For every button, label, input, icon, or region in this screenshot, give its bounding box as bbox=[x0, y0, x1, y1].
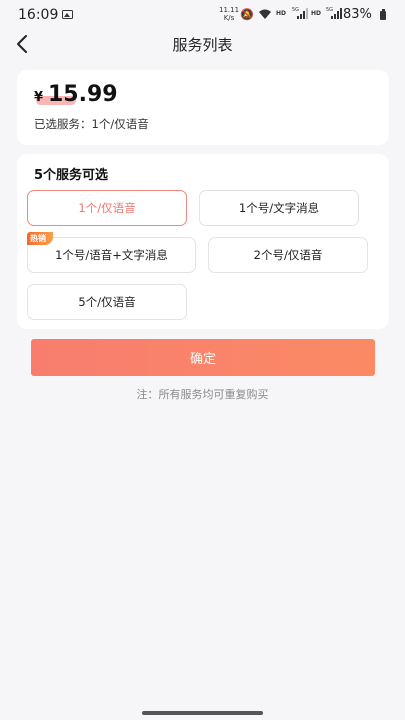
signal-icon: 5G bbox=[292, 7, 308, 19]
wifi-icon bbox=[259, 9, 271, 19]
option-1-voice-only[interactable]: 1个/仅语音 bbox=[27, 190, 187, 226]
network-speed: 11.11 K/s bbox=[219, 6, 239, 22]
currency-symbol: ¥ bbox=[34, 90, 44, 105]
confirm-button[interactable]: 确定 bbox=[31, 339, 375, 376]
net-label: 5G bbox=[326, 7, 333, 13]
option-1-number-text[interactable]: 1个号/文字消息 bbox=[199, 190, 359, 226]
option-label: 2个号/仅语音 bbox=[253, 248, 323, 262]
options-title: 5个服务可选 bbox=[34, 168, 109, 183]
option-label: 1个号/文字消息 bbox=[238, 201, 320, 215]
network-speed-unit: K/s bbox=[223, 14, 235, 22]
service-options-card: 5个服务可选 1个/仅语音 1个号/文字消息 热销 1个号/语音+文字消息 2个… bbox=[17, 154, 389, 329]
price-amount: 15.99 bbox=[48, 82, 118, 107]
option-1-number-voice-text[interactable]: 热销 1个号/语音+文字消息 bbox=[27, 232, 196, 273]
hd-label: HD bbox=[311, 10, 322, 17]
option-2-numbers-voice-only[interactable]: 2个号/仅语音 bbox=[208, 237, 368, 273]
home-indicator[interactable] bbox=[142, 711, 263, 715]
page-title: 服务列表 bbox=[172, 36, 233, 54]
price-card: ¥ 15.99 已选服务：1个/仅语音 bbox=[17, 70, 389, 145]
selected-service-label: 已选服务：1个/仅语音 bbox=[34, 117, 149, 131]
status-time: 16:09 bbox=[18, 7, 59, 23]
net-label: 5G bbox=[292, 7, 299, 13]
mute-icon: 🔕 bbox=[240, 8, 254, 21]
option-label: 5个/仅语音 bbox=[78, 295, 136, 309]
purchase-note: 注：所有服务均可重复购买 bbox=[136, 388, 269, 401]
gallery-notification-icon bbox=[62, 10, 73, 19]
status-bar: 16:09 11.11 K/s 🔕 HD 5G HD 5G 83% bbox=[0, 0, 405, 30]
option-5-voice-only[interactable]: 5个/仅语音 bbox=[27, 284, 187, 320]
battery-icon bbox=[380, 9, 386, 20]
hot-sale-badge: 热销 bbox=[27, 232, 53, 245]
option-label: 1个号/语音+文字消息 bbox=[55, 248, 168, 262]
network-speed-value: 11.11 bbox=[219, 6, 240, 14]
signal-icon: 5G bbox=[326, 7, 342, 19]
option-label: 1个/仅语音 bbox=[78, 201, 136, 215]
app-header: 服务列表 bbox=[0, 30, 405, 58]
hd-label: HD bbox=[276, 10, 287, 17]
battery-percent: 83% bbox=[343, 7, 372, 22]
